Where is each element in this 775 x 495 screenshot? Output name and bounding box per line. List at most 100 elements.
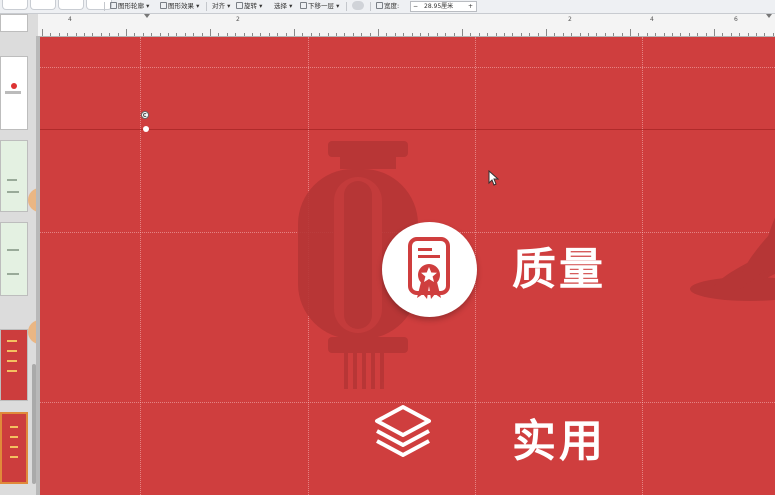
ruler-tick [92, 33, 94, 36]
guide-horizontal [40, 67, 775, 68]
ruler-tick [420, 33, 421, 36]
group-button[interactable] [352, 1, 364, 12]
horizontal-ruler[interactable]: 4 2 2 4 6 [38, 14, 775, 37]
toolbar-separator [346, 2, 347, 11]
width-input[interactable]: − 28.95厘米 + [410, 1, 477, 12]
mouse-pointer-icon [488, 170, 500, 186]
ruler-tick [604, 33, 606, 36]
shape-outline-icon [110, 2, 117, 9]
ruler-tick [630, 29, 631, 36]
ruler-tick [327, 33, 329, 36]
feature-label[interactable]: 实用 [512, 417, 606, 467]
ruler-tick [260, 33, 262, 36]
align-button[interactable]: 对齐 ▾ [212, 1, 230, 12]
ruler-tick [462, 29, 463, 36]
ruler-tick [243, 33, 245, 36]
slide-thumbnail[interactable] [0, 329, 28, 401]
ruler-tick [235, 33, 237, 36]
ruler-tick [546, 29, 547, 36]
ruler-label: 2 [568, 16, 572, 23]
ruler-tick [100, 33, 102, 36]
slide-thumbnail-panel[interactable] [0, 14, 38, 495]
ruler-label: 4 [68, 16, 72, 23]
slide-thumbnail[interactable] [0, 14, 28, 32]
select-button[interactable]: 选择 ▾ [274, 1, 292, 12]
ruler-tick [537, 33, 539, 36]
thumbnail-line [7, 249, 19, 251]
ruler-tick [285, 33, 287, 36]
width-label: 宽度: [376, 1, 399, 12]
ruler-tick [294, 29, 295, 36]
ruler-tick [722, 33, 724, 36]
ruler-tick [201, 33, 203, 36]
ruler-tick [655, 33, 657, 36]
ruler-tick [529, 33, 531, 36]
slide-thumbnail[interactable] [0, 222, 28, 296]
rotate-handle[interactable] [141, 111, 149, 119]
toolbar-separator [206, 2, 207, 11]
slide-thumbnail[interactable] [0, 56, 28, 130]
send-backward-button[interactable]: 下移一层 ▾ [300, 1, 339, 12]
quick-style-swatch[interactable] [2, 0, 28, 10]
rotate-icon [143, 113, 147, 117]
ruler-tick [579, 33, 581, 36]
ruler-tick [554, 33, 556, 36]
ruler-tick [50, 33, 52, 36]
ruler-tick [176, 33, 178, 36]
thumbnail-line [7, 370, 17, 372]
rotate-button[interactable]: 旋转 ▾ [236, 1, 262, 12]
slide-canvas[interactable]: 质量 实用 [40, 37, 775, 495]
ruler-tick [369, 33, 371, 36]
ruler-tick [109, 33, 111, 36]
guide-vertical [642, 37, 643, 495]
quality-icon-circle[interactable] [382, 222, 477, 317]
ruler-tick [42, 29, 43, 36]
thumbnail-line [10, 426, 18, 428]
ruler-tick [58, 33, 60, 36]
ribbon-toolbar: 图形轮廓 ▾ 图形效果 ▾ 对齐 ▾ 旋转 ▾ 选择 ▾ 下移一层 ▾ 宽度: … [0, 0, 775, 14]
ruler-tick [252, 33, 253, 36]
ruler-tick [184, 33, 186, 36]
thumbnail-line [10, 436, 18, 438]
shape-effect-button[interactable]: 图形效果 ▾ [160, 1, 199, 12]
ruler-tick [453, 33, 455, 36]
ruler-tick [613, 33, 615, 36]
indent-marker[interactable] [766, 14, 772, 18]
ruler-tick [268, 33, 270, 36]
selected-line-shape[interactable] [40, 129, 775, 130]
ruler-tick [84, 33, 85, 36]
quick-style-swatch[interactable] [58, 0, 84, 10]
ruler-tick [764, 33, 766, 36]
ruler-tick [302, 33, 304, 36]
ruler-tick [344, 33, 346, 36]
ruler-tick [445, 33, 447, 36]
feature-label[interactable]: 质量 [512, 245, 606, 295]
ruler-tick [142, 33, 144, 36]
ruler-tick [436, 33, 438, 36]
width-decrease-button[interactable]: − [413, 2, 418, 11]
thumbnail-line [7, 179, 17, 181]
ruler-tick [352, 33, 354, 36]
thumbnail-line [7, 350, 17, 352]
ruler-tick [75, 33, 77, 36]
quick-style-swatch[interactable] [30, 0, 56, 10]
layers-icon[interactable] [373, 403, 433, 463]
ruler-tick [193, 33, 195, 36]
ruler-tick [403, 33, 405, 36]
thumbnail-dot [11, 83, 17, 89]
thumbnail-line [10, 446, 18, 448]
shape-outline-button[interactable]: 图形轮廓 ▾ [110, 1, 149, 12]
ruler-tick [747, 33, 749, 36]
resize-handle[interactable] [143, 126, 149, 132]
ruler-tick [159, 33, 161, 36]
ruler-tick [705, 33, 707, 36]
ruler-tick [67, 33, 69, 36]
indent-marker[interactable] [144, 14, 150, 18]
ruler-tick [680, 33, 682, 36]
slide-thumbnail[interactable] [0, 140, 28, 212]
thumbnail-line [7, 191, 19, 193]
slide-thumbnail-selected[interactable] [0, 412, 28, 484]
ruler-tick [714, 29, 715, 36]
width-increase-button[interactable]: + [468, 2, 473, 11]
quick-style-swatch[interactable] [86, 0, 112, 10]
